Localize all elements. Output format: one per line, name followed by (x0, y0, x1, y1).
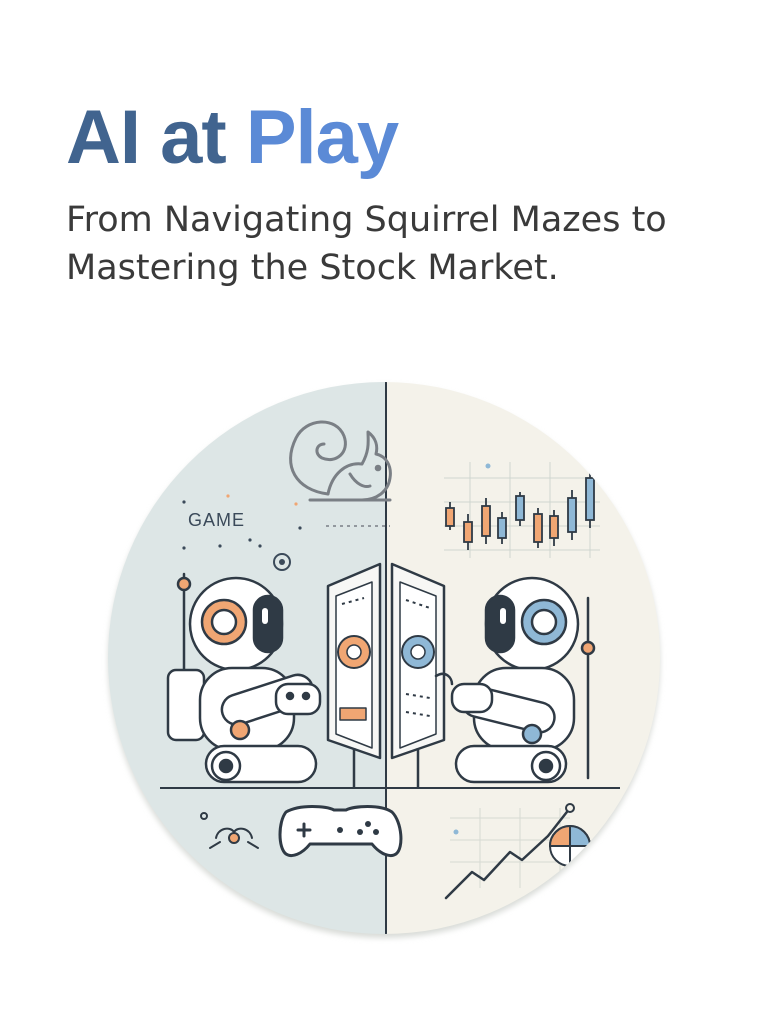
subtitle-line-2: Mastering the Stock Market. (66, 248, 559, 288)
page-subtitle: From Navigating Squirrel Mazes to Master… (66, 196, 746, 292)
page-title: AI at Play (66, 100, 399, 176)
title-part-play: Play (245, 95, 399, 180)
page: AI at Play From Navigating Squirrel Maze… (0, 0, 768, 1024)
game-label: GAME (188, 510, 245, 530)
subtitle-line-1: From Navigating Squirrel Mazes to (66, 200, 667, 240)
title-part-ai-at: AI at (66, 95, 227, 180)
hero-illustration: GAME (100, 378, 670, 944)
pie-chart-icon (548, 824, 592, 867)
